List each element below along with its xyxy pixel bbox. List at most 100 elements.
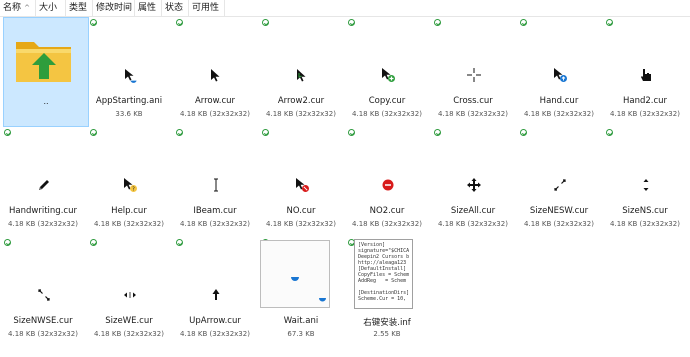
column-header-attributes[interactable]: 属性: [135, 0, 162, 16]
file-meta: 4.18 KB (32x32x32): [266, 220, 336, 228]
file-item-wait[interactable]: Wait.ani 67.3 KB: [258, 237, 344, 347]
up-arrow-cursor-icon: [212, 289, 220, 300]
file-grid: .. AppStarting.ani 33.6 KB Arrow.cur 4.1…: [0, 17, 690, 357]
ibeam-cursor-icon: [214, 178, 218, 192]
sync-status-icon: [262, 19, 269, 26]
column-header-name[interactable]: 名称 ^: [0, 0, 36, 16]
no-cursor-icon: [296, 178, 309, 192]
file-item-help[interactable]: ? Help.cur 4.18 KB (32x32x32): [86, 127, 172, 237]
file-name: Cross.cur: [453, 96, 493, 106]
arrow-cursor-icon: [211, 69, 220, 82]
file-item-arrow[interactable]: Arrow.cur 4.18 KB (32x32x32): [172, 17, 258, 127]
column-header-modified[interactable]: 修改时间: [93, 0, 135, 16]
sync-status-icon: [90, 19, 97, 26]
file-name: Handwriting.cur: [9, 206, 77, 216]
wait-preview-graphic: [291, 277, 326, 302]
sync-status-icon: [176, 129, 183, 136]
file-item-copy[interactable]: Copy.cur 4.18 KB (32x32x32): [344, 17, 430, 127]
file-meta: 33.6 KB: [115, 110, 143, 118]
file-meta: 4.18 KB (32x32x32): [8, 220, 78, 228]
file-item-sizeall[interactable]: SizeAll.cur 4.18 KB (32x32x32): [430, 127, 516, 237]
column-header-modified-label: 修改时间: [96, 3, 133, 13]
column-header-size[interactable]: 大小: [36, 0, 66, 16]
file-item-handwriting[interactable]: Handwriting.cur 4.18 KB (32x32x32): [0, 127, 86, 237]
file-meta: 4.18 KB (32x32x32): [94, 330, 164, 338]
file-name: SizeNESW.cur: [529, 206, 589, 216]
file-meta: 4.18 KB (32x32x32): [180, 110, 250, 118]
inf-preview-text: [Version] signature="$CHICA Deepin2 Curs…: [358, 242, 410, 302]
file-meta: 4.18 KB (32x32x32): [266, 110, 336, 118]
svg-text:?: ?: [132, 186, 135, 192]
file-item-no2[interactable]: NO2.cur 4.18 KB (32x32x32): [344, 127, 430, 237]
file-item-arrow2[interactable]: Arrow2.cur 4.18 KB (32x32x32): [258, 17, 344, 127]
file-name: Help.cur: [111, 206, 147, 216]
sync-status-icon: [4, 239, 11, 246]
sync-status-icon: [520, 129, 527, 136]
file-meta: 4.18 KB (32x32x32): [610, 220, 680, 228]
column-header-availability[interactable]: 可用性: [189, 0, 225, 16]
file-item-uparrow[interactable]: UpArrow.cur 4.18 KB (32x32x32): [172, 237, 258, 347]
file-item-sizenesw[interactable]: SizeNESW.cur 4.18 KB (32x32x32): [516, 127, 602, 237]
column-header-type[interactable]: 类型: [66, 0, 93, 16]
file-name: Wait.ani: [283, 316, 319, 326]
file-meta: 4.18 KB (32x32x32): [610, 110, 680, 118]
folder-item-parent[interactable]: ..: [3, 17, 89, 127]
cross-cursor-icon: [467, 68, 481, 82]
no2-cursor-icon: [382, 179, 394, 191]
file-item-sizenwse[interactable]: SizeNWSE.cur 4.18 KB (32x32x32): [0, 237, 86, 347]
file-meta: 4.18 KB (32x32x32): [438, 220, 508, 228]
file-meta: 4.18 KB (32x32x32): [180, 330, 250, 338]
sync-status-icon: [4, 129, 11, 136]
size-nwse-cursor-icon: [38, 289, 50, 301]
column-header-type-label: 类型: [69, 3, 88, 13]
file-item-cross[interactable]: Cross.cur 4.18 KB (32x32x32): [430, 17, 516, 127]
column-header-availability-label: 可用性: [192, 3, 220, 13]
file-item-no[interactable]: NO.cur 4.18 KB (32x32x32): [258, 127, 344, 237]
column-header-name-label: 名称: [3, 3, 22, 13]
file-meta: 4.18 KB (32x32x32): [180, 220, 250, 228]
file-meta: 67.3 KB: [287, 330, 315, 338]
hand2-cursor-icon: [641, 69, 651, 81]
size-we-cursor-icon: [124, 292, 136, 298]
file-item-sizens[interactable]: SizeNS.cur 4.18 KB (32x32x32): [602, 127, 688, 237]
arrow2-cursor-icon: [297, 69, 306, 82]
file-name: Arrow.cur: [194, 96, 236, 106]
sync-status-icon: [520, 19, 527, 26]
file-name: SizeNS.cur: [622, 206, 668, 216]
file-name: UpArrow.cur: [189, 316, 241, 326]
file-name: NO.cur: [286, 206, 316, 216]
file-meta: 4.18 KB (32x32x32): [524, 220, 594, 228]
file-name: SizeNWSE.cur: [13, 316, 73, 326]
file-item-hand2[interactable]: Hand2.cur 4.18 KB (32x32x32): [602, 17, 688, 127]
column-header-size-label: 大小: [39, 3, 58, 13]
column-header-status-label: 状态: [165, 3, 184, 13]
file-item-appstarting[interactable]: AppStarting.ani 33.6 KB: [86, 17, 172, 127]
inf-document-preview-icon: [Version] signature="$CHICA Deepin2 Curs…: [354, 239, 413, 309]
sync-status-icon: [606, 129, 613, 136]
file-item-sizewe[interactable]: SizeWE.cur 4.18 KB (32x32x32): [86, 237, 172, 347]
sync-status-icon: [348, 129, 355, 136]
size-all-cursor-icon: [467, 178, 481, 192]
file-item-inf[interactable]: [Version] signature="$CHICA Deepin2 Curs…: [344, 237, 430, 347]
file-name: NO2.cur: [369, 206, 405, 216]
file-meta: 4.18 KB (32x32x32): [352, 110, 422, 118]
sync-status-icon: [176, 19, 183, 26]
sort-up-icon: ^: [24, 4, 30, 12]
file-meta: 4.18 KB (32x32x32): [8, 330, 78, 338]
file-name: Hand2.cur: [622, 96, 668, 106]
file-name: Copy.cur: [368, 96, 406, 106]
file-item-hand[interactable]: Hand.cur 4.18 KB (32x32x32): [516, 17, 602, 127]
column-header-bar: 名称 ^ 大小 类型 修改时间 属性 状态 可用性: [0, 0, 690, 17]
app-starting-cursor-icon: [125, 69, 137, 83]
file-name: SizeAll.cur: [450, 206, 496, 216]
sync-status-icon: [176, 239, 183, 246]
file-meta: 4.18 KB (32x32x32): [524, 110, 594, 118]
sync-status-icon: [348, 19, 355, 26]
wait-cursor-preview-icon: [260, 240, 330, 308]
copy-cursor-icon: [382, 68, 395, 82]
file-meta: 4.18 KB (32x32x32): [352, 220, 422, 228]
file-item-ibeam[interactable]: IBeam.cur 4.18 KB (32x32x32): [172, 127, 258, 237]
hand-cursor-icon: [554, 68, 567, 82]
column-header-status[interactable]: 状态: [162, 0, 189, 16]
pen-cursor-icon: [39, 180, 49, 190]
